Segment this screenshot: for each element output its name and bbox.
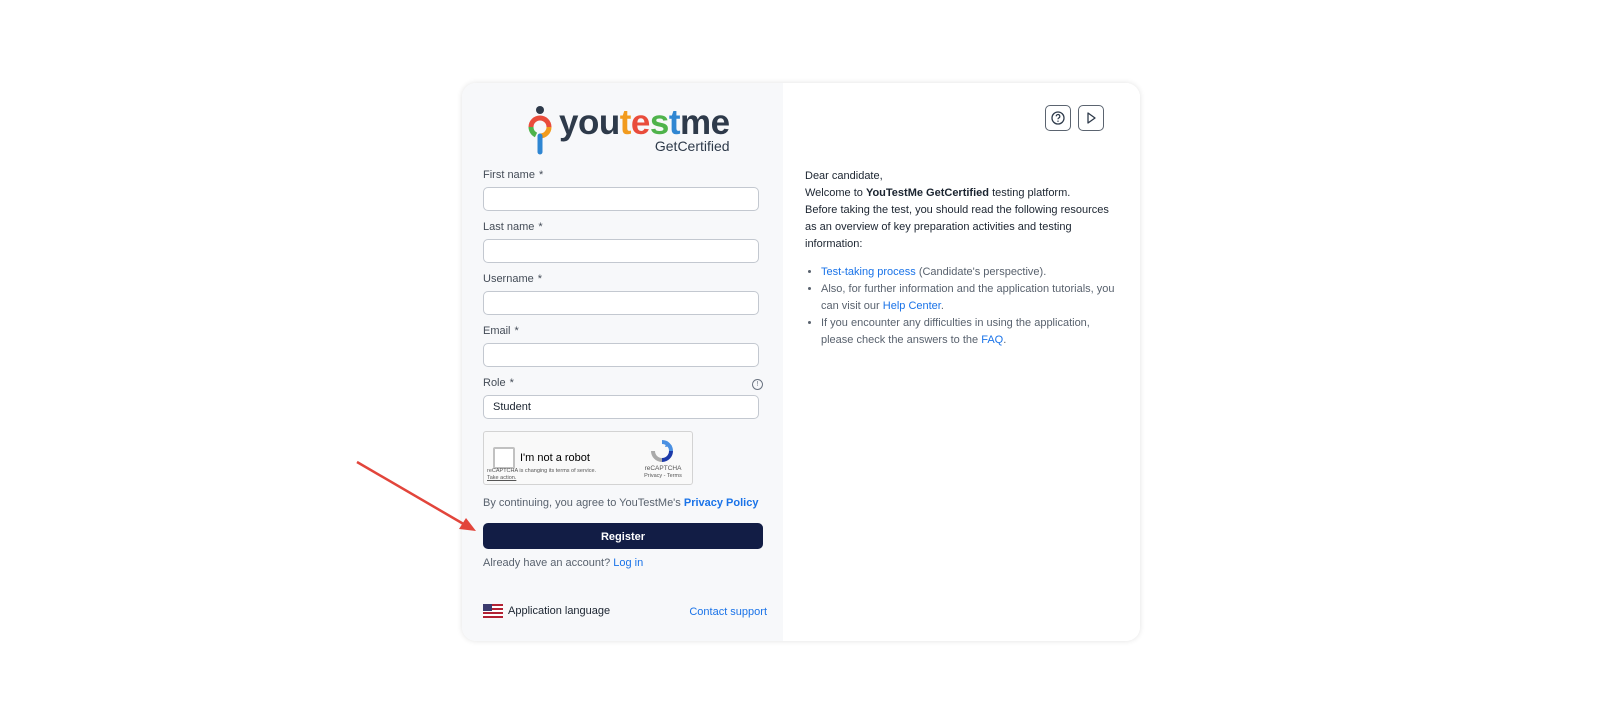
registration-card: youtestme GetCertified First name * Last … — [462, 83, 1140, 641]
resource-list: Test-taking process (Candidate's perspec… — [805, 264, 1115, 349]
login-prompt: Already have an account? Log in — [483, 557, 644, 569]
privacy-policy-link[interactable]: Privacy Policy — [684, 497, 759, 509]
recaptcha-icon — [651, 440, 673, 462]
first-name-label: First name * — [483, 169, 544, 181]
recaptcha-brand: reCAPTCHA — [644, 465, 682, 472]
help-icon — [1051, 111, 1065, 125]
username-label: Username * — [483, 273, 543, 285]
help-center-link[interactable]: Help Center — [883, 300, 941, 312]
recaptcha-notice: reCAPTCHA is changing its terms of servi… — [487, 468, 597, 474]
email-label: Email * — [483, 325, 519, 337]
language-selector[interactable]: Application language — [483, 604, 610, 618]
last-name-field[interactable] — [483, 239, 759, 263]
list-item: Test-taking process (Candidate's perspec… — [821, 264, 1115, 281]
help-button[interactable] — [1045, 105, 1071, 131]
privacy-agreement: By continuing, you agree to YouTestMe's … — [483, 497, 759, 509]
list-item: If you encounter any difficulties in usi… — [821, 315, 1115, 349]
test-taking-process-link[interactable]: Test-taking process — [821, 266, 916, 278]
recaptcha-checkbox[interactable] — [493, 447, 515, 469]
play-tutorial-button[interactable] — [1078, 105, 1104, 131]
faq-link[interactable]: FAQ — [981, 334, 1003, 346]
recaptcha-privacy-terms[interactable]: Privacy - Terms — [640, 473, 686, 479]
welcome-text: Welcome to YouTestMe GetCertified testin… — [805, 187, 1071, 199]
info-panel: Dear candidate, Welcome to YouTestMe Get… — [783, 83, 1140, 641]
recaptcha-widget: I'm not a robot reCAPTCHA is changing it… — [483, 431, 693, 485]
username-field[interactable] — [483, 291, 759, 315]
youtestme-logo: youtestme GetCertified — [527, 105, 730, 155]
logo-mark-icon — [528, 106, 552, 155]
role-select[interactable]: Student — [483, 395, 759, 419]
role-label: Role * — [483, 377, 514, 389]
candidate-intro: Dear candidate, Welcome to YouTestMe Get… — [805, 168, 1115, 349]
first-name-field[interactable] — [483, 187, 759, 211]
login-link[interactable]: Log in — [613, 557, 643, 569]
greeting-text: Dear candidate, — [805, 170, 883, 182]
recaptcha-action-link[interactable]: Take action. — [487, 475, 516, 481]
registration-panel: youtestme GetCertified First name * Last … — [462, 83, 783, 641]
language-label: Application language — [508, 605, 611, 617]
last-name-label: Last name * — [483, 221, 543, 233]
list-item: Also, for further information and the ap… — [821, 281, 1115, 315]
us-flag-icon — [483, 604, 503, 618]
contact-support-link[interactable]: Contact support — [689, 606, 767, 618]
annotation-arrow-icon — [356, 460, 476, 531]
email-field[interactable] — [483, 343, 759, 367]
logo-wordmark: youtestme — [559, 103, 730, 142]
info-icon[interactable]: ! — [752, 379, 763, 390]
before-text: Before taking the test, you should read … — [805, 204, 1109, 250]
play-icon — [1087, 112, 1096, 124]
register-button[interactable]: Register — [483, 523, 763, 549]
recaptcha-label: I'm not a robot — [520, 452, 590, 464]
